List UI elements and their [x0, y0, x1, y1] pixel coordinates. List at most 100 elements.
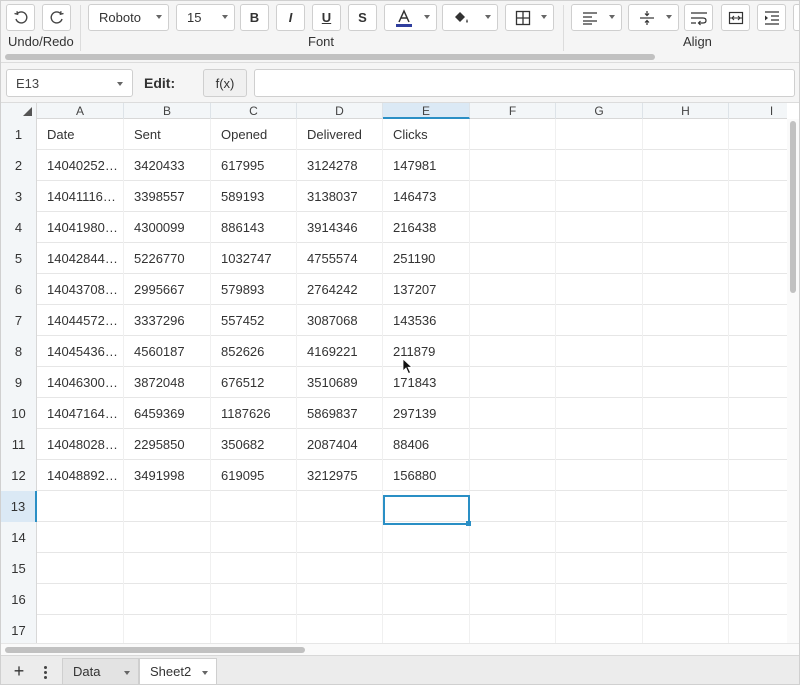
vertical-scrollbar[interactable] — [787, 119, 799, 643]
cell-g1[interactable] — [556, 119, 643, 150]
column-header-i[interactable]: I — [729, 103, 787, 119]
cell-f6[interactable] — [470, 274, 556, 305]
cell-c4[interactable]: 886143 — [211, 212, 297, 243]
cell-h17[interactable] — [643, 615, 729, 643]
cell-a7[interactable]: 14044572… — [37, 305, 124, 336]
cell-b9[interactable]: 3872048 — [124, 367, 211, 398]
cell-c17[interactable] — [211, 615, 297, 643]
cell-g8[interactable] — [556, 336, 643, 367]
cell-a4[interactable]: 14041980… — [37, 212, 124, 243]
cell-c8[interactable]: 852626 — [211, 336, 297, 367]
cell-a1[interactable]: Date — [37, 119, 124, 150]
row-header[interactable]: 14 — [1, 522, 37, 553]
cell-h12[interactable] — [643, 460, 729, 491]
cell-h1[interactable] — [643, 119, 729, 150]
cell-c1[interactable]: Opened — [211, 119, 297, 150]
cell-b13[interactable] — [124, 491, 211, 522]
cell-b8[interactable]: 4560187 — [124, 336, 211, 367]
cell-g12[interactable] — [556, 460, 643, 491]
cell-f11[interactable] — [470, 429, 556, 460]
cell-d10[interactable]: 5869837 — [297, 398, 383, 429]
cell-h6[interactable] — [643, 274, 729, 305]
cell-i4[interactable] — [729, 212, 787, 243]
strikethrough-button[interactable]: S — [348, 4, 377, 31]
cell-h8[interactable] — [643, 336, 729, 367]
row-header[interactable]: 11 — [1, 429, 37, 460]
italic-button[interactable]: I — [276, 4, 305, 31]
cell-c3[interactable]: 589193 — [211, 181, 297, 212]
cell-b10[interactable]: 6459369 — [124, 398, 211, 429]
cell-i6[interactable] — [729, 274, 787, 305]
cell-a6[interactable]: 14043708… — [37, 274, 124, 305]
cell-g3[interactable] — [556, 181, 643, 212]
sheet-tab-sheet2[interactable]: Sheet2 — [139, 658, 217, 684]
cell-f7[interactable] — [470, 305, 556, 336]
row-header[interactable]: 1 — [1, 119, 37, 150]
borders-button[interactable] — [505, 4, 554, 31]
cell-c16[interactable] — [211, 584, 297, 615]
cell-b12[interactable]: 3491998 — [124, 460, 211, 491]
cell-f5[interactable] — [470, 243, 556, 274]
font-size-select[interactable]: 15 — [176, 4, 235, 31]
row-header[interactable]: 3 — [1, 181, 37, 212]
cell-f1[interactable] — [470, 119, 556, 150]
cell-d12[interactable]: 3212975 — [297, 460, 383, 491]
cell-d1[interactable]: Delivered — [297, 119, 383, 150]
cell-a13[interactable] — [37, 491, 124, 522]
cell-g5[interactable] — [556, 243, 643, 274]
cell-c10[interactable]: 1187626 — [211, 398, 297, 429]
cell-b16[interactable] — [124, 584, 211, 615]
cell-b14[interactable] — [124, 522, 211, 553]
cell-h13[interactable] — [643, 491, 729, 522]
vertical-align-button[interactable] — [628, 4, 679, 31]
cell-a12[interactable]: 14048892… — [37, 460, 124, 491]
cell-c11[interactable]: 350682 — [211, 429, 297, 460]
row-header[interactable]: 8 — [1, 336, 37, 367]
cell-a5[interactable]: 14042844… — [37, 243, 124, 274]
cell-h4[interactable] — [643, 212, 729, 243]
cell-g2[interactable] — [556, 150, 643, 181]
cell-h16[interactable] — [643, 584, 729, 615]
cell-h10[interactable] — [643, 398, 729, 429]
cell-b4[interactable]: 4300099 — [124, 212, 211, 243]
cell-e10[interactable]: 297139 — [383, 398, 470, 429]
cell-e1[interactable]: Clicks — [383, 119, 470, 150]
cell-i16[interactable] — [729, 584, 787, 615]
row-header[interactable]: 15 — [1, 553, 37, 584]
cell-b3[interactable]: 3398557 — [124, 181, 211, 212]
cell-i13[interactable] — [729, 491, 787, 522]
row-header[interactable]: 6 — [1, 274, 37, 305]
row-header[interactable]: 7 — [1, 305, 37, 336]
cell-b7[interactable]: 3337296 — [124, 305, 211, 336]
cell-i7[interactable] — [729, 305, 787, 336]
cell-d9[interactable]: 3510689 — [297, 367, 383, 398]
cell-b2[interactable]: 3420433 — [124, 150, 211, 181]
row-header[interactable]: 10 — [1, 398, 37, 429]
column-header-a[interactable]: A — [37, 103, 124, 119]
cell-h15[interactable] — [643, 553, 729, 584]
cell-e17[interactable] — [383, 615, 470, 643]
cell-d17[interactable] — [297, 615, 383, 643]
cell-e6[interactable]: 137207 — [383, 274, 470, 305]
cell-g15[interactable] — [556, 553, 643, 584]
add-sheet-button[interactable]: + — [9, 662, 29, 682]
text-color-button[interactable] — [384, 4, 437, 31]
cell-b11[interactable]: 2295850 — [124, 429, 211, 460]
cell-h5[interactable] — [643, 243, 729, 274]
horizontal-align-button[interactable] — [571, 4, 622, 31]
column-header-c[interactable]: C — [211, 103, 297, 119]
cell-h7[interactable] — [643, 305, 729, 336]
column-header-d[interactable]: D — [297, 103, 383, 119]
cell-f17[interactable] — [470, 615, 556, 643]
cell-i2[interactable] — [729, 150, 787, 181]
cell-g10[interactable] — [556, 398, 643, 429]
cell-d7[interactable]: 3087068 — [297, 305, 383, 336]
cell-e2[interactable]: 147981 — [383, 150, 470, 181]
cell-f15[interactable] — [470, 553, 556, 584]
cell-a16[interactable] — [37, 584, 124, 615]
cell-d13[interactable] — [297, 491, 383, 522]
cell-d11[interactable]: 2087404 — [297, 429, 383, 460]
cell-g6[interactable] — [556, 274, 643, 305]
cell-c14[interactable] — [211, 522, 297, 553]
cell-f8[interactable] — [470, 336, 556, 367]
